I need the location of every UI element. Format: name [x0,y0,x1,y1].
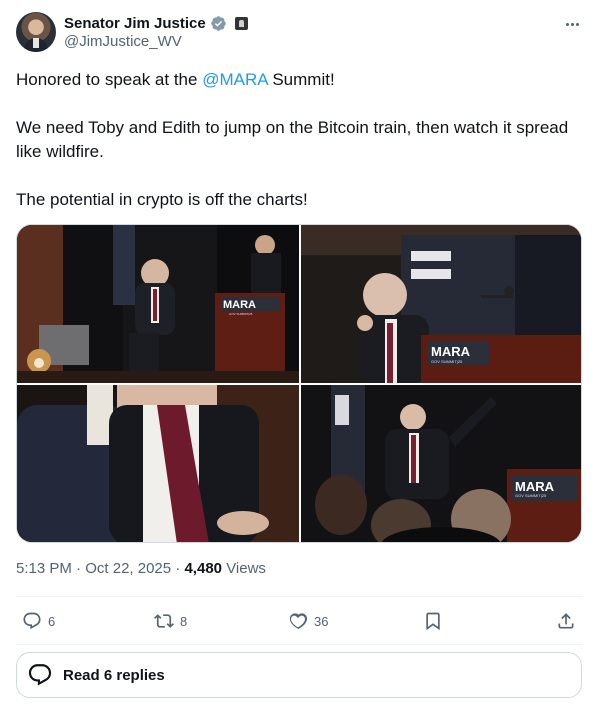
author-avatar[interactable] [16,12,56,52]
tweet-text-segment: Summit! [267,70,335,89]
photo-2-sign-text: MARA [431,344,471,359]
repost-icon [154,614,174,628]
tweet-date[interactable]: Oct 22, 2025 [85,560,171,577]
repost-button[interactable]: 8 [154,608,187,634]
heart-icon [289,613,308,629]
read-replies-button[interactable]: Read 6 replies [16,652,582,698]
media-grid: MARA GOV SUMMIT|25 MARA GOV SUMMIT|25 MA… [16,224,582,543]
photo-1-sign-text: MARA [223,299,256,311]
author-display-name[interactable]: Senator Jim Justice [64,15,206,32]
photo-3[interactable] [17,385,299,542]
government-affiliation-icon[interactable] [234,16,248,30]
photo-1-sign-subtext: GOV SUMMIT|25 [229,312,253,316]
divider [16,644,582,645]
share-button[interactable] [556,608,576,634]
tweet-paragraph-3: The potential in crypto is off the chart… [16,190,308,209]
like-button[interactable]: 36 [288,608,328,634]
reply-bubble-icon [28,664,52,686]
bookmark-icon [426,612,440,631]
like-count: 36 [314,613,329,629]
share-icon [558,613,574,629]
photo-2-sign-subtext: GOV SUMMIT|25 [431,359,463,364]
tweet-paragraph-1: Honored to speak at the @MARA Summit! [16,68,582,92]
tweet-text: Honored to speak at the @MARA Summit! We… [16,68,582,212]
tweet-actions: 6 8 36 [16,608,582,634]
photo-2[interactable]: MARA GOV SUMMIT|25 [301,225,581,383]
tweet-paragraph-2: We need Toby and Edith to jump on the Bi… [16,118,569,161]
meta-separator: · [76,560,82,577]
photo-4[interactable]: MARA GOV SUMMIT|25 [301,385,581,542]
photo-4-sign-text: MARA [515,479,555,494]
repost-count: 8 [180,613,188,629]
author-handle[interactable]: @JimJustice_WV [64,33,182,50]
meta-separator: · [175,560,181,577]
tweet-time[interactable]: 5:13 PM [16,560,72,577]
divider [16,596,582,597]
tweet-text-segment: Honored to speak at the [16,70,203,89]
mention-link[interactable]: @MARA [202,70,267,89]
photo-4-sign-subtext: GOV SUMMIT|25 [515,493,547,498]
reply-button[interactable]: 6 [22,608,55,634]
views-label: Views [226,560,266,577]
read-replies-label: Read 6 replies [63,666,165,684]
verified-badge-icon[interactable] [210,15,227,32]
views-count: 4,480 [184,560,223,577]
bookmark-button[interactable] [423,608,443,634]
photo-1[interactable]: MARA GOV SUMMIT|25 [17,225,299,383]
author-name-row: Senator Jim Justice [64,13,248,33]
reply-count: 6 [48,613,56,629]
reply-icon [23,612,41,630]
tweet-header: Senator Jim Justice @JimJustice_WV [16,12,582,54]
tweet-meta: 5:13 PM · Oct 22, 2025 · 4,480 Views [16,560,266,577]
more-options-icon[interactable] [562,14,582,34]
